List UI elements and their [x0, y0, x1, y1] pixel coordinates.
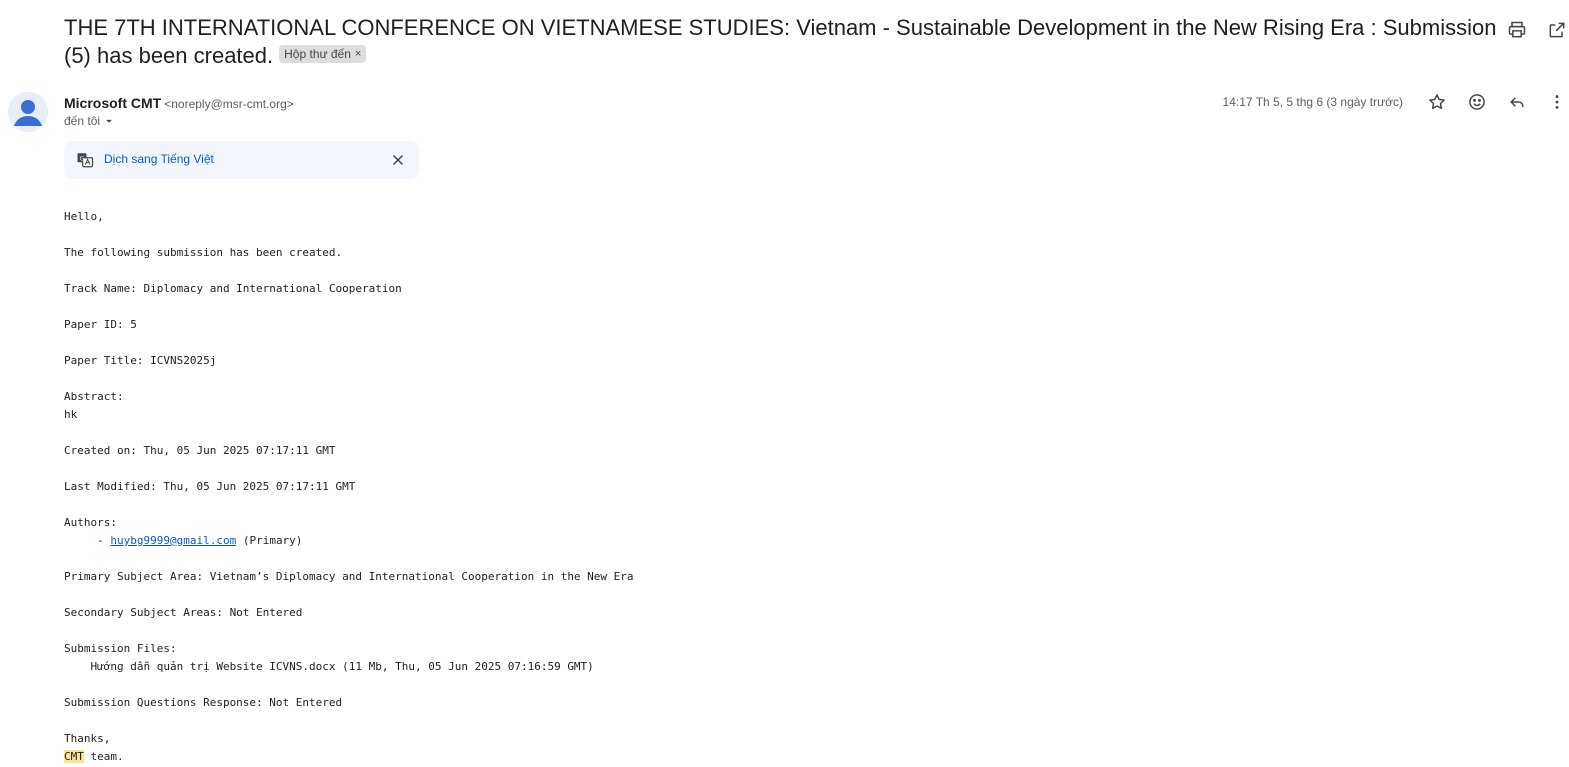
translate-link[interactable]: Dịch sang Tiếng Việt — [104, 152, 214, 166]
greeting: Hello, — [64, 210, 104, 223]
person-icon — [8, 92, 48, 132]
authors-label: Authors: — [64, 516, 117, 529]
paper-title: Paper Title: ICVNS2025j — [64, 354, 217, 367]
chevron-down-icon[interactable] — [102, 114, 116, 128]
created-on: Created on: Thu, 05 Jun 2025 07:17:11 GM… — [64, 444, 336, 457]
inbox-label-chip[interactable]: Hộp thư đến × — [279, 45, 367, 64]
author-prefix: - — [64, 534, 111, 547]
printer-icon[interactable] — [1505, 18, 1529, 42]
thanks-line: Thanks, — [64, 732, 111, 745]
secondary-subject: Secondary Subject Areas: Not Entered — [64, 606, 303, 619]
inbox-label-text: Hộp thư đến — [284, 47, 351, 62]
paper-id: Paper ID: 5 — [64, 318, 137, 331]
abstract-label: Abstract: — [64, 390, 124, 403]
intro-line: The following submission has been create… — [64, 246, 343, 259]
author-role: (Primary) — [236, 534, 303, 547]
track-name: Track Name: Diplomacy and International … — [64, 282, 402, 295]
reply-icon[interactable] — [1505, 90, 1529, 114]
email-view: THE 7TH INTERNATIONAL CONFERENCE ON VIET… — [0, 0, 1569, 767]
sender-email: <noreply@msr-cmt.org> — [164, 97, 294, 111]
svg-text:G: G — [80, 155, 85, 162]
questions-response: Submission Questions Response: Not Enter… — [64, 696, 343, 709]
sender-info: Microsoft CMT <noreply@msr-cmt.org> — [64, 94, 294, 113]
emoji-icon[interactable] — [1465, 90, 1489, 114]
files-label: Submission Files: — [64, 642, 177, 655]
star-icon[interactable] — [1425, 90, 1449, 114]
recipient-text: đến tôi — [64, 114, 101, 128]
message-actions: 14:17 Th 5, 5 thg 6 (3 ngày trước) — [1223, 90, 1569, 114]
more-vert-icon[interactable] — [1545, 90, 1569, 114]
translate-banner: G Dịch sang Tiếng Việt — [64, 141, 419, 179]
subject-header: THE 7TH INTERNATIONAL CONFERENCE ON VIET… — [64, 14, 1504, 70]
remove-label-icon[interactable]: × — [355, 46, 361, 62]
file-entry: Hướng dẫn quản trị Website ICVNS.docx (1… — [64, 660, 594, 673]
open-in-new-icon[interactable] — [1545, 18, 1569, 42]
close-icon[interactable] — [389, 151, 407, 169]
signature-rest: team. — [83, 750, 124, 763]
abstract-value: hk — [64, 408, 78, 421]
sender-avatar — [8, 92, 48, 132]
signature-highlight: CMT — [64, 750, 84, 763]
timestamp: 14:17 Th 5, 5 thg 6 (3 ngày trước) — [1222, 95, 1403, 109]
sender-name[interactable]: Microsoft CMT — [64, 95, 161, 111]
last-modified: Last Modified: Thu, 05 Jun 2025 07:17:11… — [64, 480, 356, 493]
top-actions — [1505, 18, 1569, 42]
author-email-link[interactable]: huybg9999@gmail.com — [110, 534, 236, 547]
email-body: Hello, The following submission has been… — [64, 208, 634, 766]
recipient-toggle[interactable]: đến tôi — [64, 114, 116, 128]
email-subject: THE 7TH INTERNATIONAL CONFERENCE ON VIET… — [64, 14, 1504, 70]
translate-icon: G — [76, 151, 94, 169]
primary-subject: Primary Subject Area: Vietnam’s Diplomac… — [64, 570, 634, 583]
